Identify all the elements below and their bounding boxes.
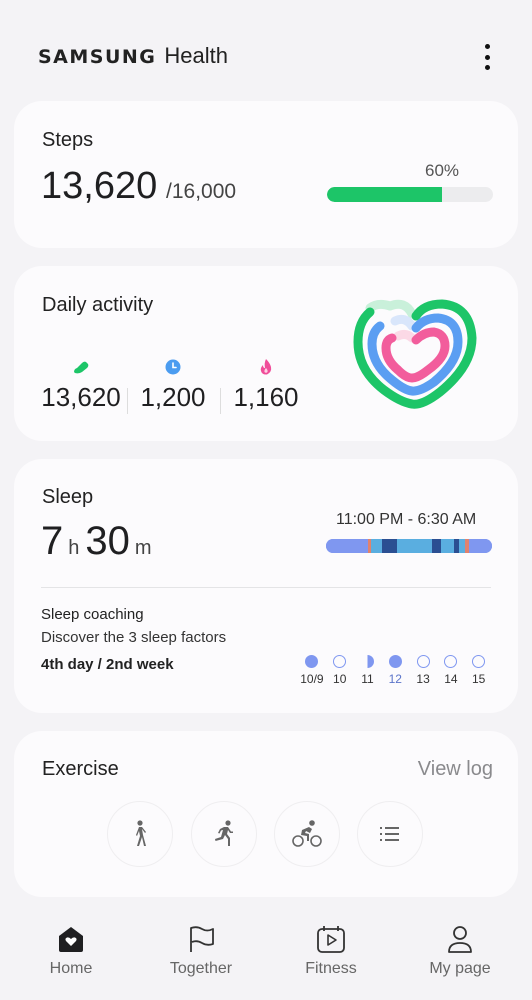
sleep-coaching-subtitle: Discover the 3 sleep factors	[41, 629, 227, 646]
walking-icon	[136, 820, 146, 846]
metric-divider	[127, 388, 128, 414]
sleep-stage-rem	[440, 539, 454, 553]
nav-home[interactable]: Home	[16, 924, 126, 978]
sleep-duration: 7 h 30 m	[41, 519, 158, 564]
running-icon	[215, 820, 233, 846]
coaching-day-dot-empty	[444, 655, 458, 668]
coaching-day: 14	[437, 655, 465, 686]
steps-goal: /16,000	[166, 180, 237, 203]
sleep-stage-rem	[397, 539, 433, 553]
sleep-coaching-days: 10/9 10 11 12 13 14 15	[298, 655, 493, 686]
sleep-stage-light	[326, 539, 368, 553]
coaching-day: 12	[381, 655, 409, 686]
nav-home-label: Home	[49, 960, 93, 977]
brand-samsung: SAMSUNG	[38, 46, 157, 68]
coaching-day-label: 13	[416, 672, 430, 686]
bottom-navigation: Home Together Fitness My page	[0, 910, 532, 1000]
exercise-cycling-button[interactable]	[274, 801, 340, 867]
calendar-play-icon	[317, 926, 345, 953]
steps-value: 13,620	[41, 165, 158, 207]
more-dot	[484, 65, 490, 70]
nav-fitness-label: Fitness	[305, 960, 357, 977]
app-logo: SAMSUNG Health	[38, 43, 228, 69]
person-icon	[448, 926, 472, 953]
coaching-day: 11	[354, 655, 382, 686]
daily-activity-card[interactable]: Daily activity 13,620 1,200 1,160	[14, 266, 518, 441]
more-dot	[484, 54, 490, 60]
sleep-card[interactable]: Sleep 7 h 30 m 11:00 PM - 6:30 AM Sleep …	[14, 459, 518, 713]
nav-my-page[interactable]: My page	[405, 924, 515, 978]
app-header: SAMSUNG Health	[0, 0, 532, 100]
sleep-stage-light	[468, 539, 492, 553]
sleep-stages-bar	[326, 539, 492, 553]
list-icon	[380, 827, 399, 841]
more-options-button[interactable]	[478, 44, 496, 70]
coaching-day-dot-full	[305, 655, 319, 668]
cycling-icon	[292, 820, 322, 847]
coaching-day-dot-empty	[472, 655, 486, 668]
activity-rings-heart-icon	[353, 299, 477, 409]
view-log-link[interactable]: View log	[418, 758, 493, 781]
steps-title: Steps	[42, 129, 94, 151]
coaching-day-dot-half	[360, 655, 374, 668]
coaching-day: 10/9	[298, 655, 326, 686]
clock-icon	[165, 359, 181, 375]
brand-health: Health	[164, 43, 228, 68]
flame-icon	[260, 359, 272, 375]
sleep-stage-deep	[382, 539, 398, 553]
sleep-stage-rem	[370, 539, 383, 553]
nav-fitness[interactable]: Fitness	[276, 924, 386, 978]
exercise-title: Exercise	[42, 758, 119, 780]
steps-percent: 60%	[425, 161, 460, 180]
sleep-minutes-unit: m	[134, 537, 152, 559]
coaching-day-dot-empty	[416, 655, 430, 668]
flag-icon	[190, 926, 214, 952]
coaching-day: 13	[409, 655, 437, 686]
sleep-stage-deep	[432, 539, 441, 553]
sleep-hours: 7	[41, 519, 64, 563]
coaching-day-label: 10/9	[300, 672, 324, 686]
nav-together-label: Together	[169, 960, 233, 977]
activity-steps-value: 13,620	[41, 382, 121, 412]
coaching-day-dot-full	[388, 655, 402, 668]
metric-divider	[220, 388, 221, 414]
coaching-day-label: 14	[444, 672, 458, 686]
sleep-title: Sleep	[42, 486, 94, 508]
exercise-more-button[interactable]	[357, 801, 423, 867]
coaching-day-label: 12	[388, 672, 402, 686]
sleep-stage-rem	[458, 539, 466, 553]
steps-progress-bar	[327, 187, 493, 202]
steps-progress-fill	[327, 187, 442, 202]
sleep-minutes: 30	[85, 519, 130, 563]
sleep-hours-unit: h	[68, 537, 80, 559]
more-vertical-icon	[484, 44, 490, 49]
coaching-day-label: 11	[361, 672, 374, 686]
coaching-day-dot-empty	[333, 655, 347, 668]
activity-steps-metric: 13,620	[41, 358, 121, 413]
nav-my-page-label: My page	[429, 960, 491, 977]
home-heart-icon	[59, 927, 83, 952]
exercise-card: Exercise View log	[14, 731, 518, 897]
nav-together[interactable]: Together	[146, 924, 256, 978]
activity-time-value: 1,200	[140, 382, 206, 412]
exercise-walking-button[interactable]	[107, 801, 173, 867]
sleep-coaching-title: Sleep coaching	[41, 606, 144, 623]
activity-calories-value: 1,160	[233, 382, 299, 412]
sleep-divider	[41, 587, 491, 588]
activity-calories-metric: 1,160	[231, 358, 301, 413]
coaching-day-label: 15	[472, 672, 486, 686]
sleep-time-range: 11:00 PM - 6:30 AM	[336, 511, 477, 528]
daily-activity-title: Daily activity	[42, 294, 154, 316]
steps-card[interactable]: Steps 13,620 /16,000 60%	[14, 101, 518, 248]
sleep-coaching-progress: 4th day / 2nd week	[41, 656, 174, 673]
exercise-running-button[interactable]	[191, 801, 257, 867]
coaching-day-label: 10	[333, 672, 347, 686]
shoe-icon	[74, 361, 89, 374]
coaching-day: 10	[326, 655, 354, 686]
activity-time-metric: 1,200	[138, 358, 208, 413]
coaching-day: 15	[465, 655, 493, 686]
